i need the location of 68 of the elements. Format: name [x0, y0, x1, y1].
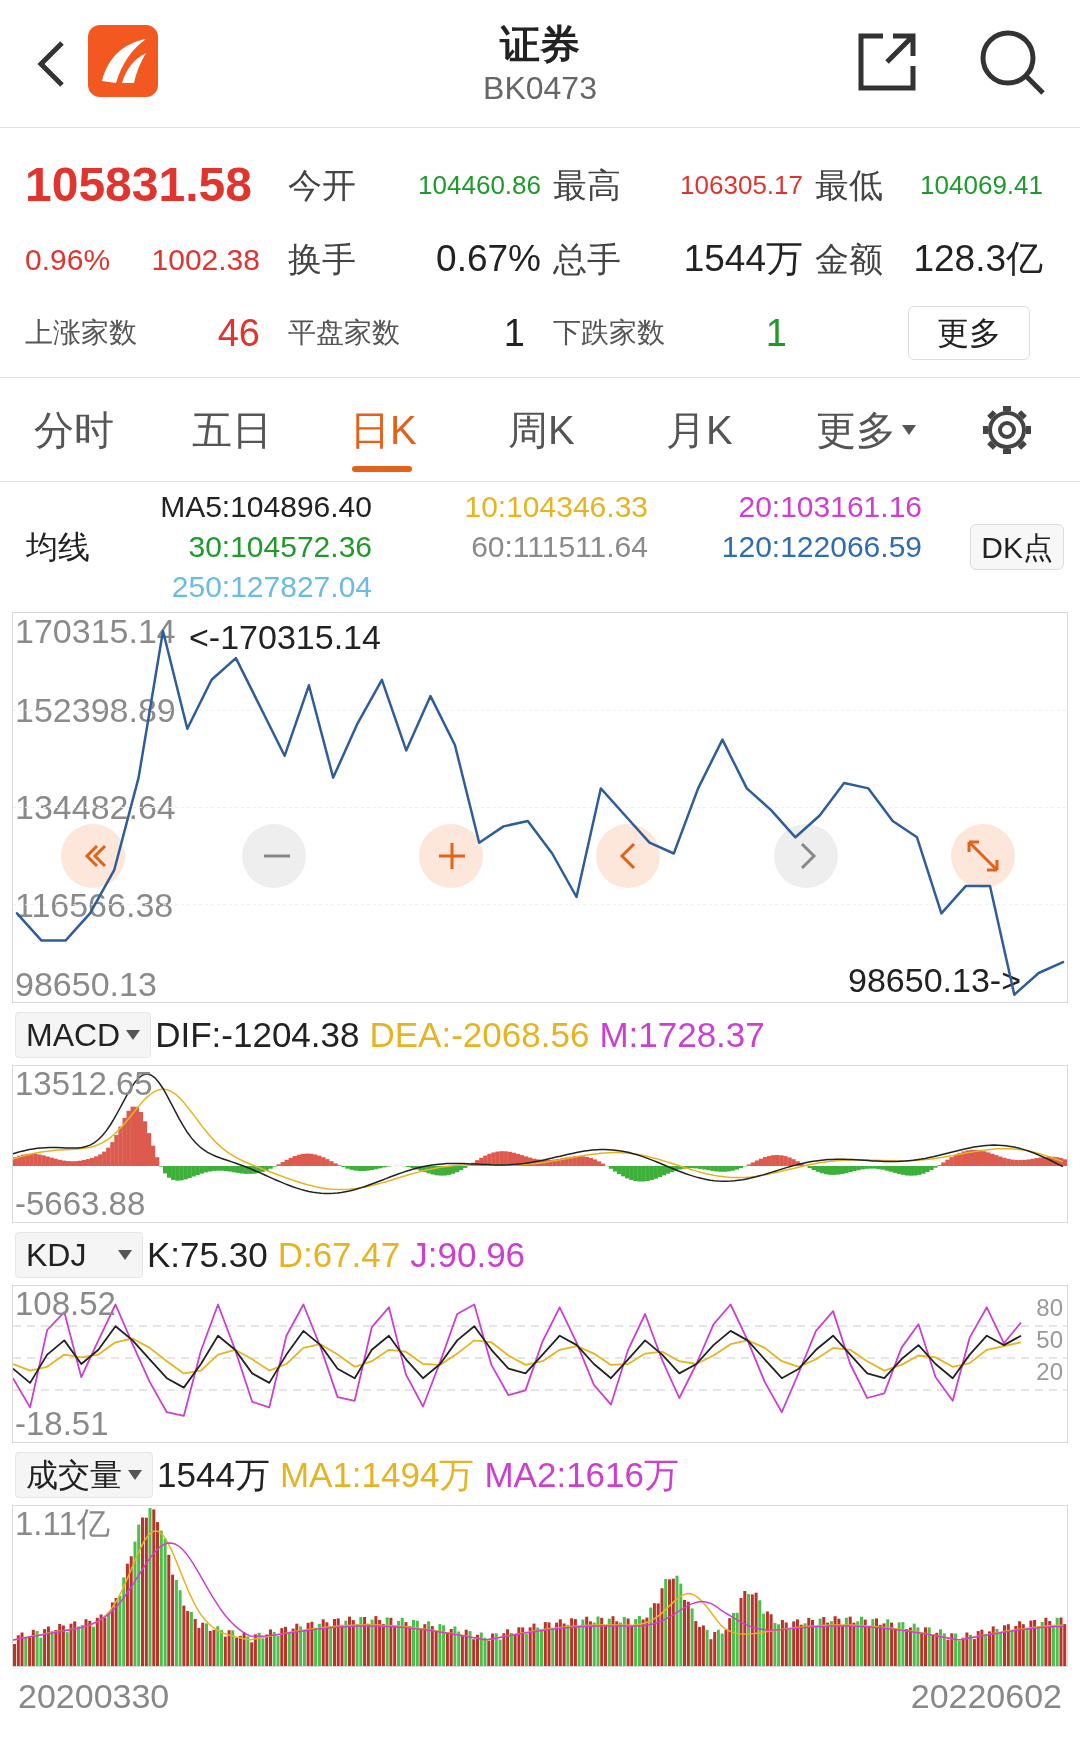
- change-amount: 1002.38: [151, 241, 260, 278]
- tab[interactable]: 五日: [192, 377, 350, 482]
- app-logo-icon: [88, 25, 158, 97]
- stat-value: 128.3亿: [913, 237, 1043, 282]
- breadth-count: 1: [765, 310, 787, 356]
- stat-value: 104069.41: [920, 168, 1043, 202]
- search-icon[interactable]: [978, 28, 1046, 96]
- breadth-count: 46: [217, 310, 260, 356]
- indicator-value: D:67.47: [277, 1233, 401, 1276]
- caret-icon: [902, 424, 916, 435]
- current-price: 105831.58: [25, 161, 253, 209]
- ma-value: 250:127827.04: [170, 569, 372, 605]
- ma-label: 均线: [26, 528, 91, 567]
- tab[interactable]: 日K: [350, 377, 508, 482]
- indicator-value: J:90.96: [410, 1233, 526, 1276]
- axis-label: 1.11亿: [15, 1506, 110, 1542]
- ma-value: MA5:104896.40: [159, 489, 372, 525]
- settings-icon[interactable]: [981, 403, 1033, 456]
- ma-value: 120:122066.59: [720, 529, 922, 565]
- stat-value: 0.67%: [436, 237, 541, 282]
- stat-label: 换手: [288, 238, 356, 280]
- breadth-count: 1: [503, 310, 525, 356]
- stock-code: BK0473: [483, 68, 597, 108]
- axis-label: 170315.14: [15, 613, 176, 649]
- indicator-value: M:1728.37: [599, 1013, 765, 1056]
- axis-label: 98650.13: [15, 966, 157, 1002]
- stat-value: 106305.17: [680, 168, 803, 202]
- indicator-selector[interactable]: MACD: [15, 1012, 152, 1058]
- ma-value: 30:104572.36: [187, 529, 372, 565]
- max-price-marker: <-170315.14: [189, 619, 381, 655]
- tab[interactable]: 周K: [508, 377, 666, 482]
- dk-point-button[interactable]: DK点: [970, 524, 1064, 570]
- stat-label: 总手: [553, 238, 621, 280]
- axis-label: -5663.88: [15, 1186, 146, 1222]
- change-percent: 0.96%: [25, 241, 111, 278]
- ma-value: 10:104346.33: [463, 489, 648, 525]
- stat-value: 104460.86: [418, 168, 541, 202]
- stat-label: 今开: [288, 164, 356, 206]
- caret-icon: [126, 1030, 141, 1040]
- indicator-value: DEA:-2068.56: [369, 1013, 590, 1056]
- breadth-label: 上涨家数: [25, 316, 137, 350]
- indicator-value: MA2:1616万: [484, 1453, 679, 1496]
- ma-value: 20:103161.16: [737, 489, 922, 525]
- more-button[interactable]: 更多: [908, 306, 1030, 360]
- breadth-label: 下跌家数: [553, 316, 665, 350]
- start-date: 20200330: [18, 1676, 170, 1717]
- tab[interactable]: 月K: [666, 377, 816, 482]
- stat-value: 1544万: [683, 237, 803, 282]
- indicator-selector[interactable]: KDJ: [15, 1232, 143, 1278]
- indicator-value: MA1:1494万: [279, 1453, 475, 1496]
- ma-value: 60:111511.64: [470, 529, 648, 565]
- tab[interactable]: 分时: [34, 377, 192, 482]
- page-title: 证券: [500, 20, 580, 68]
- axis-label: 108.52: [15, 1286, 116, 1322]
- breadth-label: 平盘家数: [288, 316, 400, 350]
- indicator-selector[interactable]: 成交量: [15, 1452, 153, 1498]
- stat-label: 最高: [553, 164, 621, 206]
- end-date: 20220602: [910, 1676, 1062, 1717]
- stat-label: 金额: [815, 238, 883, 280]
- indicator-value: K:75.30: [147, 1233, 268, 1276]
- back-icon[interactable]: [36, 40, 66, 88]
- axis-label: -18.51: [15, 1405, 109, 1442]
- tab[interactable]: 更多: [816, 377, 971, 482]
- caret-icon: [118, 1250, 132, 1260]
- stat-label: 最低: [815, 164, 883, 206]
- indicator-value: DIF:-1204.38: [155, 1013, 360, 1056]
- caret-icon: [128, 1470, 142, 1480]
- indicator-value: 1544万: [157, 1453, 270, 1496]
